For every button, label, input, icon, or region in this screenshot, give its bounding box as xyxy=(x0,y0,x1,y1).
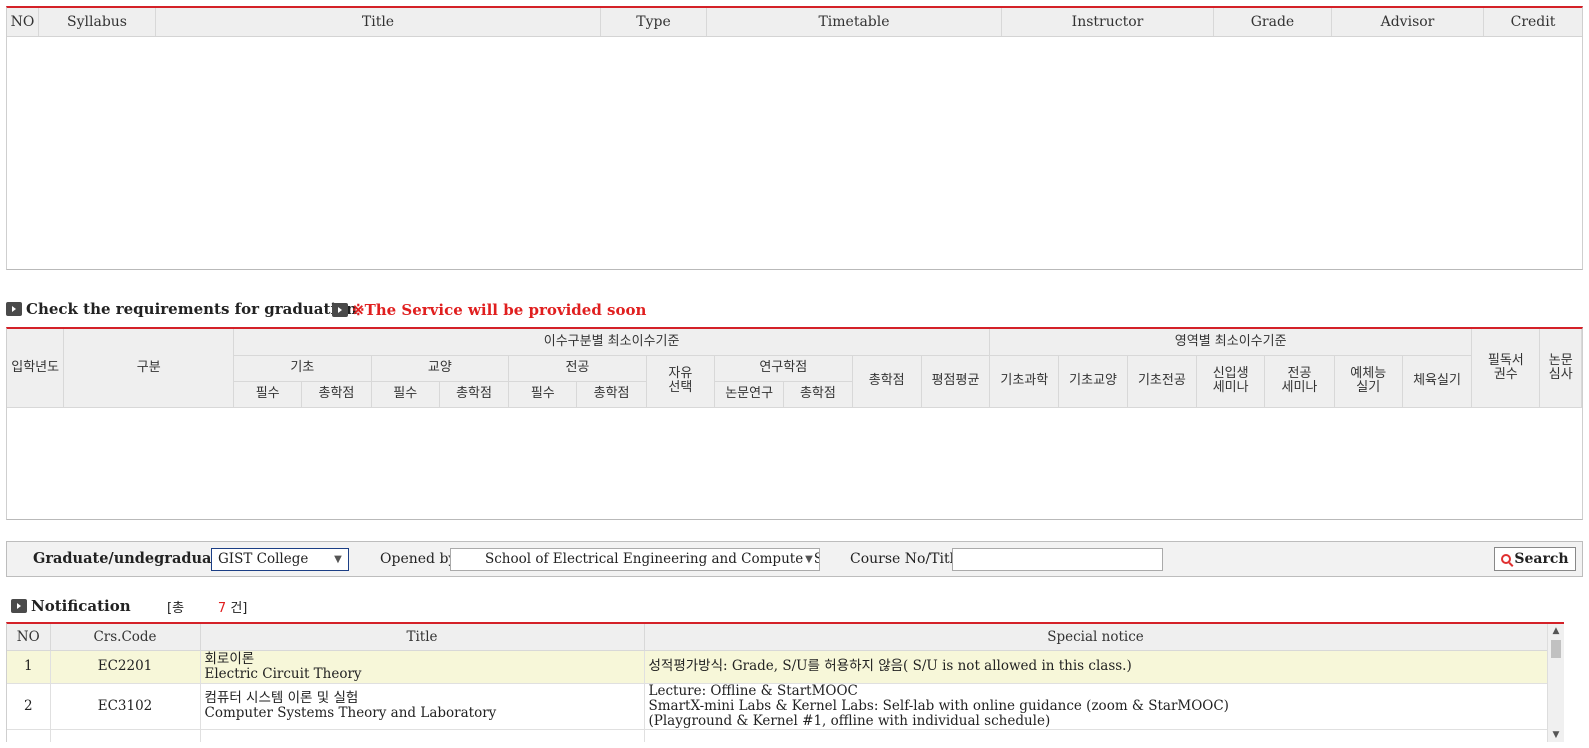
th-admission-year: 입학년도 xyxy=(7,329,65,408)
row-title: 컴퓨터 시스템 이론 및 실험 Computer Systems Theory … xyxy=(199,682,645,730)
graduation-section-title: Check the requirements for graduation xyxy=(6,300,357,318)
notification-count: [총 7 건] xyxy=(167,597,247,616)
notice-line: 성적평가방식: Grade, S/U를 허용하지 않음( S/U is not … xyxy=(648,658,1132,674)
th-gpa: 평점평균 xyxy=(920,354,991,408)
course-input[interactable] xyxy=(952,548,1163,571)
search-button[interactable]: Search xyxy=(1494,547,1576,571)
row-notice: Lecture: Offline & StartMOOC SmartX-mini… xyxy=(643,682,1548,730)
notice-line: Lecture: Offline & StartMOOC xyxy=(648,682,858,699)
title-kr: 컴퓨터 시스템 이론 및 실험 xyxy=(204,690,359,706)
bullet-arrow-icon xyxy=(11,599,27,613)
bullet-arrow-icon xyxy=(332,303,348,317)
notification-title: Notification xyxy=(11,597,131,615)
th-category: 구분 xyxy=(63,329,235,408)
th-major-seminar: 전공 세미나 xyxy=(1264,354,1335,408)
search-button-label: Search xyxy=(1514,551,1569,567)
notice-line: SmartX-mini Labs & Kernel Labs: Self-lab… xyxy=(648,697,1229,714)
col-grade: Grade xyxy=(1214,8,1332,36)
th-basic-science: 기초과학 xyxy=(989,354,1060,408)
search-bar: Graduate/undegraduate* GIST College ▼ Op… xyxy=(6,541,1583,577)
col-type: Type xyxy=(601,8,707,36)
th-free-elective: 자유 선택 xyxy=(645,354,715,408)
course-table-header: NO Syllabus Title Type Timetable Instruc… xyxy=(7,8,1582,37)
opened-by-select[interactable]: School of Electrical Engineering and Com… xyxy=(450,548,820,571)
grad-select-value: GIST College xyxy=(218,551,309,567)
count-prefix: [총 xyxy=(167,601,185,616)
th-special-notice: Special notice xyxy=(643,624,1548,651)
th-research-total: 총학점 xyxy=(783,380,853,408)
title-en: Electric Circuit Theory xyxy=(204,665,362,682)
grad-label-text: Graduate/undegraduate xyxy=(33,550,228,567)
th-research: 연구학점 xyxy=(713,354,853,382)
th-no: NO xyxy=(7,624,51,651)
graduation-requirements-table: 입학년도 구분 이수구분별 최소이수기준 영역별 최소이수기준 필독서 권수 논… xyxy=(6,327,1583,520)
course-table: NO Syllabus Title Type Timetable Instruc… xyxy=(6,6,1583,270)
notification-scrollbar[interactable]: ▲ ▼ xyxy=(1547,624,1564,742)
th-min-by-area: 영역별 최소이수기준 xyxy=(989,329,1473,356)
chevron-down-icon: ▼ xyxy=(332,549,344,570)
table-row[interactable]: 1 EC2201 회로이론 Electric Circuit Theory 성적… xyxy=(7,649,1548,684)
th-major-required: 필수 xyxy=(508,380,578,408)
row-notice: 성적평가방식: Grade, S/U를 허용하지 않음( S/U is not … xyxy=(643,649,1548,684)
col-syllabus: Syllabus xyxy=(39,8,156,36)
col-credit: Credit xyxy=(1510,14,1556,30)
row-no: 1 xyxy=(7,649,51,684)
scroll-up-icon[interactable]: ▲ xyxy=(1548,624,1564,638)
scroll-thumb[interactable] xyxy=(1551,640,1561,658)
th-min-by-type: 이수구분별 최소이수기준 xyxy=(233,329,991,356)
row-no: 2 xyxy=(7,682,51,730)
th-title: Title xyxy=(199,624,645,651)
notification-header-row: NO Crs.Code Title Special notice xyxy=(7,624,1548,651)
th-basic-major: 기초전공 xyxy=(1126,354,1198,408)
count-value: 7 xyxy=(217,601,227,616)
th-basic-total: 총학점 xyxy=(301,380,372,408)
service-notice-text: ※The Service will be provided soon xyxy=(352,301,647,319)
notice-line: (Playground & Kernel #1, offline with in… xyxy=(648,712,1051,729)
th-liberal-required: 필수 xyxy=(370,380,440,408)
grad-label: Graduate/undegraduate* xyxy=(33,542,235,576)
table-row[interactable]: 2 EC3102 컴퓨터 시스템 이론 및 실험 Computer System… xyxy=(7,682,1548,730)
col-title: Title xyxy=(156,8,601,36)
th-physical-ed: 체육실기 xyxy=(1401,354,1473,408)
title-kr: 회로이론 xyxy=(204,650,255,667)
th-basic: 기초 xyxy=(233,354,372,382)
th-liberal: 교양 xyxy=(370,354,510,382)
th-major-total: 총학점 xyxy=(576,380,647,408)
service-notice: ※The Service will be provided soon xyxy=(332,301,646,319)
th-crs-code: Crs.Code xyxy=(49,624,201,651)
col-timetable: Timetable xyxy=(707,8,1002,36)
title-en: Computer Systems Theory and Laboratory xyxy=(204,705,497,721)
th-major: 전공 xyxy=(508,354,647,382)
th-liberal-total: 총학점 xyxy=(438,380,510,408)
scroll-down-icon[interactable]: ▼ xyxy=(1548,728,1564,742)
row-code: EC2201 xyxy=(49,649,201,684)
th-arts-sports: 예체능 실기 xyxy=(1333,354,1403,408)
col-instructor: Instructor xyxy=(1002,8,1214,36)
opened-by-value: School of Electrical Engineering and Com… xyxy=(485,551,819,567)
table-row[interactable] xyxy=(7,728,1548,742)
count-suffix: 건] xyxy=(230,601,248,616)
col-advisor: Advisor xyxy=(1332,8,1484,36)
graduation-title-text: Check the requirements for graduation xyxy=(26,300,357,318)
th-required-reading: 필독서 권수 xyxy=(1471,329,1541,408)
th-basic-liberal: 기초교양 xyxy=(1058,354,1128,408)
chevron-down-icon: ▼ xyxy=(803,549,815,570)
row-code: EC3102 xyxy=(49,682,201,730)
notification-title-text: Notification xyxy=(31,597,131,615)
grad-select[interactable]: GIST College ▼ xyxy=(211,548,349,571)
th-thesis-exam: 논문 심사 xyxy=(1539,329,1582,408)
row-title: 회로이론 Electric Circuit Theory xyxy=(199,649,645,684)
bullet-arrow-icon xyxy=(6,302,22,316)
th-thesis-research: 논문연구 xyxy=(713,380,785,408)
th-freshman-seminar: 신입생 세미나 xyxy=(1196,354,1266,408)
opened-label: Opened by xyxy=(380,551,457,567)
th-total: 총학점 xyxy=(851,354,922,408)
col-no: NO xyxy=(7,8,39,36)
th-basic-required: 필수 xyxy=(233,380,303,408)
notification-table: NO Crs.Code Title Special notice 1 EC220… xyxy=(6,622,1564,742)
search-icon xyxy=(1501,554,1512,564)
course-label: Course No/Title xyxy=(850,551,963,567)
